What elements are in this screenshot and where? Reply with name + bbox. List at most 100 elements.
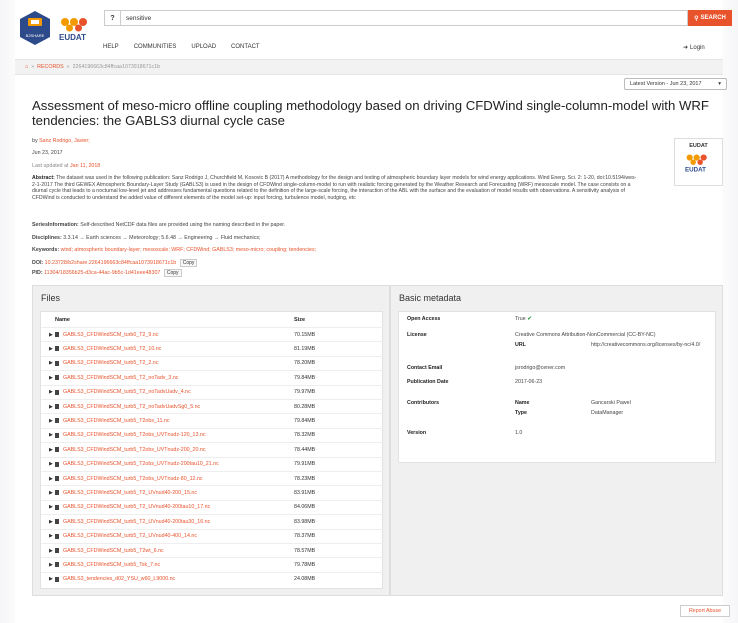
file-row[interactable]: ▶ GABLS3_CFDWindSCM_turb5_T2_UVnud40-200t…: [41, 499, 384, 514]
file-name-link[interactable]: GABLS3_CFDWindSCM_turb5_T2_UVnud40-400_1…: [63, 533, 197, 539]
file-row[interactable]: ▶ GABLS3_CFDWindSCM_turb5_T2obs_11.nc 79.8…: [41, 413, 384, 427]
file-name-link[interactable]: GABLS3_CFDWindSCM_turb5_T2_UVnud40-200ta…: [63, 504, 210, 510]
version-select[interactable]: Latest Version - Jun 23, 2017 ▾: [624, 78, 727, 90]
record-date: Jun 23, 2017: [32, 150, 63, 156]
files-col-size: Size: [294, 317, 306, 323]
expand-arrow-icon[interactable]: ▶: [49, 490, 53, 496]
file-name-link[interactable]: GABLS3_CFDWindSCM_turb5_T2_UVnud40-200ta…: [63, 519, 210, 525]
community-badge[interactable]: EUDAT EUDAT: [674, 138, 723, 186]
b2share-logo[interactable]: B2SHARE: [19, 10, 51, 46]
file-row[interactable]: ▶ GABLS3_CFDWindSCM_turb5_T2obs_UVTnudz-2…: [41, 442, 384, 456]
files-col-name: Name: [55, 317, 70, 323]
login-icon: ➜: [683, 45, 689, 51]
expand-arrow-icon[interactable]: ▶: [49, 346, 53, 352]
file-row[interactable]: ▶ GABLS3_CFDWindSCM_turb5_T2_noTadvUadvSg…: [41, 399, 384, 413]
file-row[interactable]: ▶ GABLS3_CFDWindSCM_turb5_T2_noTadv_3.nc 7…: [41, 370, 384, 384]
expand-arrow-icon[interactable]: ▶: [49, 519, 53, 525]
copy-doi-button[interactable]: Copy: [179, 259, 198, 267]
file-name-link[interactable]: GABLS3_CFDWindSCM_turb5_T2obs_UVTnudz-80…: [63, 476, 203, 482]
contact-email-value[interactable]: jsrodrigo@cener.com: [515, 365, 565, 371]
file-name-link[interactable]: GABLS3_CFDWindSCM_turb5_T2obs_UVTnudz-12…: [63, 432, 206, 438]
expand-arrow-icon[interactable]: ▶: [49, 461, 53, 467]
file-size: 84.06MB: [294, 504, 316, 511]
version-value: 1.0: [515, 430, 523, 436]
url-label-text: URL: [515, 342, 526, 348]
file-name-link[interactable]: GABLS3_CFDWindSCM_turb5_T2wt_6.nc: [63, 548, 164, 554]
file-icon: [55, 562, 59, 568]
check-icon: ✔: [527, 316, 532, 322]
expand-arrow-icon[interactable]: ▶: [49, 548, 53, 554]
nav-communities[interactable]: COMMUNITIES: [134, 44, 177, 50]
file-name-link[interactable]: GABLS3_CFDWindSCM_turb5_T2_UVnud40-200_1…: [63, 490, 197, 496]
contributor-name: Gancarski Pawel: [591, 400, 631, 406]
expand-arrow-icon[interactable]: ▶: [49, 375, 53, 381]
pid-link[interactable]: 11304/18356b25-d3ca-44ac-9b5c-1d41eee483…: [44, 270, 160, 276]
file-size: 79.84MB: [294, 418, 316, 425]
report-abuse-button[interactable]: Report Abuse: [680, 605, 730, 617]
file-row[interactable]: ▶ GABLS3_CFDWindSCM_turb5_Tsk_7.nc 79.78MB: [41, 557, 384, 571]
doi-link[interactable]: 10.23728/b2share.2264196663c84ffcaa10739…: [45, 260, 177, 266]
author-link[interactable]: Sanz Rodrigo, Javier;: [39, 138, 90, 144]
nav-help[interactable]: HELP: [103, 44, 119, 50]
file-row[interactable]: ▶ GABLS3_CFDWindSCM_turb5_T2wt_6.nc 78.57M…: [41, 543, 384, 557]
version-label: Version: [407, 430, 427, 436]
file-name-link[interactable]: GABLS3_CFDWindSCM_turb0_T2_9.nc: [63, 332, 158, 338]
eudat-logo[interactable]: EUDAT: [59, 16, 95, 42]
open-access-value: True ✔: [515, 316, 532, 322]
file-row[interactable]: ▶ GABLS3_CFDWindSCM_turb5_T2_noTadvUadv_4…: [41, 384, 384, 399]
right-background-strip: [723, 0, 738, 623]
nav-contact[interactable]: CONTACT: [231, 44, 260, 50]
basic-metadata-table: Open Access True ✔ License Creative Comm…: [398, 311, 716, 463]
file-row[interactable]: ▶ GABLS3_CFDWindSCM_turb5_T2obs_UVTnudz-2…: [41, 456, 384, 471]
file-size: 83.98MB: [294, 518, 316, 525]
file-row[interactable]: ▶ GABLS3_CFDWindSCM_turb5_T2_10.nc 81.19MB: [41, 341, 384, 355]
file-row[interactable]: ▶ GABLS3_CFDWindSCM_turb5_T2_UVnud40-200t…: [41, 514, 384, 528]
license-url[interactable]: http://creativecommons.org/licenses/by-n…: [591, 342, 709, 349]
file-name-link[interactable]: GABLS3_CFDWindSCM_turb5_T2_noTadvUadvSg0…: [63, 404, 200, 410]
home-icon[interactable]: ⌂: [25, 64, 28, 70]
file-name-link[interactable]: GABLS3_CFDWindSCM_turb5_T2obs_UVTnudz-20…: [63, 447, 206, 453]
file-row[interactable]: ▶ GABLS3_CFDWindSCM_turb5_T2obs_UVTnudz-1…: [41, 427, 384, 442]
file-row[interactable]: ▶ GABLS3_CFDWindSCM_turb0_T2_9.nc 70.15MB: [41, 327, 384, 341]
search-input[interactable]: [120, 10, 688, 26]
search-help-button[interactable]: ?: [104, 10, 120, 26]
expand-arrow-icon[interactable]: ▶: [49, 404, 53, 410]
expand-arrow-icon[interactable]: ▶: [49, 533, 53, 539]
file-name-link[interactable]: GABLS3_CFDWindSCM_turb5_T2obs_11.nc: [63, 418, 169, 424]
file-size: 78.20MB: [294, 360, 316, 367]
file-name-link[interactable]: GABLS3_CFDWindSCM_turb5_T2_2.nc: [63, 360, 158, 366]
expand-arrow-icon[interactable]: ▶: [49, 504, 53, 510]
breadcrumb-records[interactable]: RECORDS: [37, 64, 64, 70]
login-link[interactable]: ➜ Login: [683, 44, 705, 52]
copy-pid-button[interactable]: Copy: [163, 269, 182, 277]
login-label: Login: [690, 44, 705, 51]
search-button[interactable]: ⚲ SEARCH: [688, 10, 732, 26]
file-icon: [55, 548, 59, 553]
file-row[interactable]: ▶ GABLS3_CFDWindSCM_turb5_T2obs_UVTnudz-8…: [41, 471, 384, 485]
abstract-text: The dataset was used in the following pu…: [32, 175, 637, 201]
expand-arrow-icon[interactable]: ▶: [49, 432, 53, 438]
expand-arrow-icon[interactable]: ▶: [49, 476, 53, 482]
expand-arrow-icon[interactable]: ▶: [49, 562, 53, 568]
file-name-link[interactable]: GABLS3_tendencies_d02_YSU_w60_L9000.nc: [63, 576, 175, 582]
file-name-link[interactable]: GABLS3_CFDWindSCM_turb5_T2_noTadvUadv_4.…: [63, 389, 191, 395]
keywords-text[interactable]: wind; atmospheric boundary-layer; mesosc…: [61, 247, 317, 253]
nav-upload[interactable]: UPLOAD: [191, 44, 216, 50]
file-row[interactable]: ▶ GABLS3_CFDWindSCM_turb5_T2_UVnud40-200_…: [41, 485, 384, 499]
file-name-link[interactable]: GABLS3_CFDWindSCM_turb5_T2_10.nc: [63, 346, 161, 352]
chevron-down-icon: ▾: [718, 81, 721, 87]
file-row[interactable]: ▶ GABLS3_CFDWindSCM_turb5_T2_2.nc 78.20MB: [41, 355, 384, 370]
expand-arrow-icon[interactable]: ▶: [49, 418, 53, 424]
expand-arrow-icon[interactable]: ▶: [49, 360, 53, 366]
page: B2SHARE EUDAT ? ⚲ SEARCH HELP COMMUNITIE…: [15, 0, 732, 623]
file-row[interactable]: ▶ GABLS3_tendencies_d02_YSU_w60_L9000.nc 2…: [41, 571, 384, 586]
file-name-link[interactable]: GABLS3_CFDWindSCM_turb5_Tsk_7.nc: [63, 562, 160, 568]
file-size: 70.15MB: [294, 331, 316, 338]
file-name-link[interactable]: GABLS3_CFDWindSCM_turb5_T2_noTadv_3.nc: [63, 375, 178, 381]
expand-arrow-icon[interactable]: ▶: [49, 332, 53, 338]
expand-arrow-icon[interactable]: ▶: [49, 389, 53, 395]
file-name-link[interactable]: GABLS3_CFDWindSCM_turb5_T2obs_UVTnudz-20…: [63, 461, 219, 467]
expand-arrow-icon[interactable]: ▶: [49, 576, 53, 582]
file-row[interactable]: ▶ GABLS3_CFDWindSCM_turb5_T2_UVnud40-400_…: [41, 528, 384, 543]
expand-arrow-icon[interactable]: ▶: [49, 447, 53, 453]
